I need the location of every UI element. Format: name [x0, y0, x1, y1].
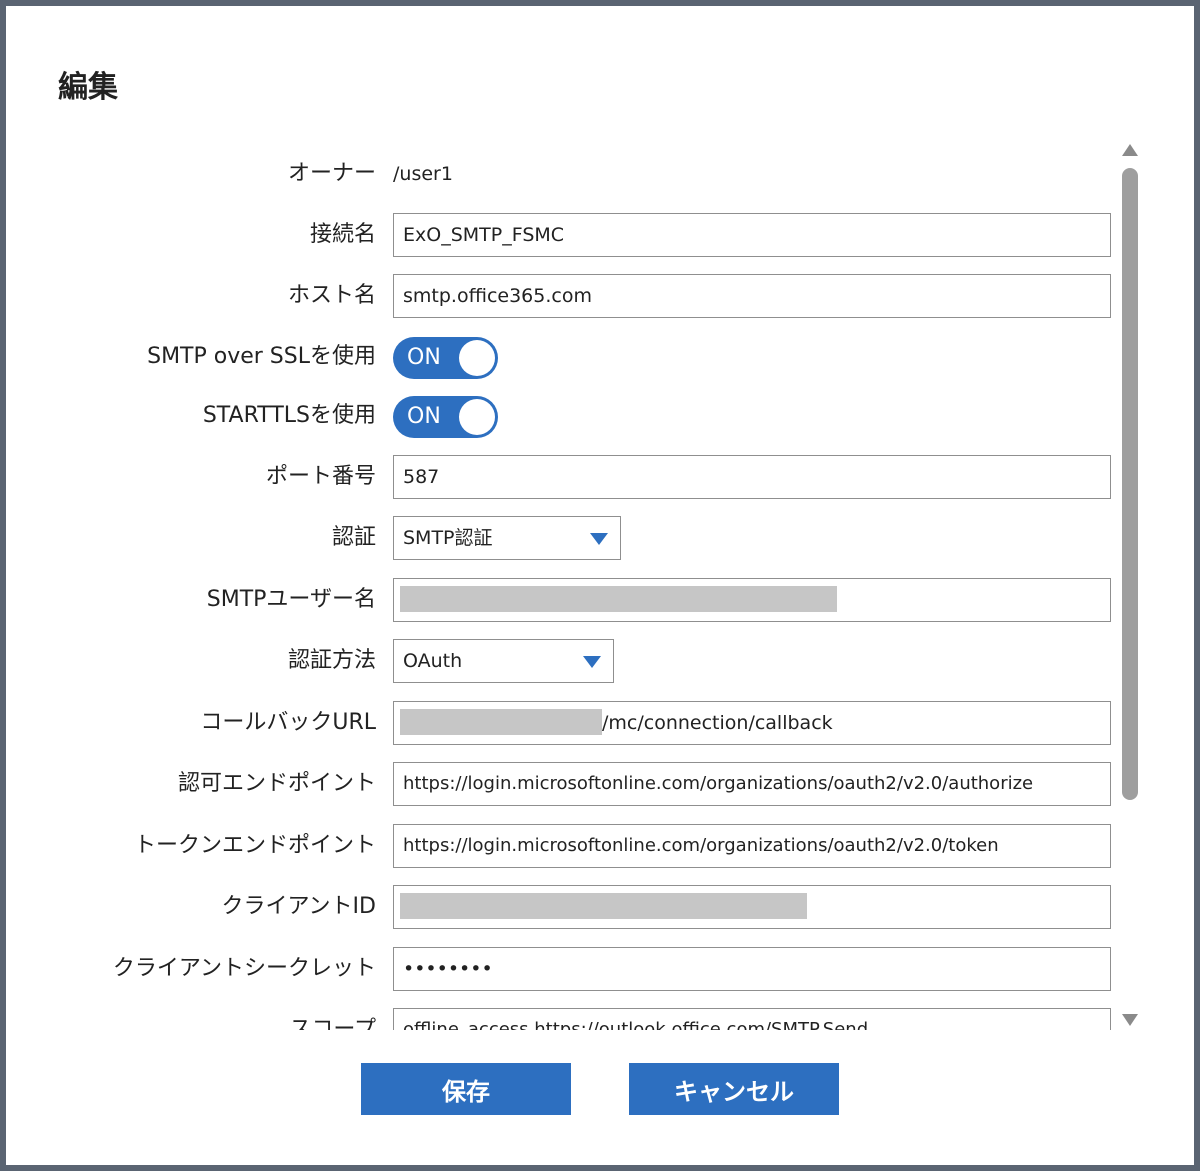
port-input[interactable]: 587	[393, 455, 1111, 499]
port-row: ポート番号 587	[6, 455, 1116, 499]
client-secret-input[interactable]: ••••••••	[393, 947, 1111, 991]
toggle-state-label: ON	[407, 404, 441, 429]
auth-endpoint-row: 認可エンドポイント https://login.microsoftonline.…	[6, 762, 1116, 806]
auth-endpoint-input[interactable]: https://login.microsoftonline.com/organi…	[393, 762, 1111, 806]
smtp-over-ssl-row: SMTP over SSLを使用 ON	[6, 335, 1116, 379]
smtp-user-row: SMTPユーザー名	[6, 578, 1116, 622]
auth-method-select-value: OAuth	[403, 650, 463, 672]
scroll-up-arrow-icon[interactable]	[1122, 144, 1138, 156]
scope-input[interactable]: offline_access https://outlook.office.co…	[393, 1008, 1111, 1030]
smtp-user-label: SMTPユーザー名	[206, 587, 376, 612]
chevron-down-icon	[590, 533, 608, 545]
starttls-row: STARTTLSを使用 ON	[6, 394, 1116, 438]
host-name-row: ホスト名 smtp.office365.com	[6, 274, 1116, 318]
toggle-knob	[459, 399, 495, 435]
save-button[interactable]: 保存	[361, 1063, 571, 1115]
auth-method-select[interactable]: OAuth	[393, 639, 614, 683]
token-endpoint-label: トークンエンドポイント	[133, 833, 376, 858]
connection-name-input[interactable]: ExO_SMTP_FSMC	[393, 213, 1111, 257]
auth-row: 認証 SMTP認証	[6, 516, 1116, 560]
auth-select[interactable]: SMTP認証	[393, 516, 621, 560]
starttls-label: STARTTLSを使用	[202, 403, 376, 428]
host-name-label: ホスト名	[287, 283, 376, 308]
client-secret-label: クライアントシークレット	[112, 956, 376, 981]
callback-url-input[interactable]: /mc/connection/callback	[393, 701, 1111, 745]
client-id-label: クライアントID	[221, 894, 376, 919]
callback-url-row: コールバックURL /mc/connection/callback	[6, 701, 1116, 745]
toggle-state-label: ON	[407, 345, 441, 370]
client-secret-row: クライアントシークレット ••••••••	[6, 947, 1116, 991]
smtp-user-input[interactable]	[393, 578, 1111, 622]
owner-label: オーナー	[287, 161, 376, 186]
scope-label: スコープ	[289, 1017, 376, 1030]
connection-name-label: 接続名	[309, 222, 376, 247]
owner-row: オーナー /user1	[6, 152, 1116, 196]
auth-select-value: SMTP認証	[403, 527, 493, 549]
smtp-over-ssl-toggle[interactable]: ON	[393, 337, 498, 379]
auth-method-row: 認証方法 OAuth	[6, 639, 1116, 683]
owner-value: /user1	[393, 163, 453, 185]
redacted-value	[400, 892, 807, 919]
starttls-toggle[interactable]: ON	[393, 396, 498, 438]
callback-url-label: コールバックURL	[200, 710, 376, 735]
callback-url-suffix: /mc/connection/callback	[602, 712, 833, 734]
scope-row: スコープ offline_access https://outlook.offi…	[6, 1008, 1116, 1030]
token-endpoint-input[interactable]: https://login.microsoftonline.com/organi…	[393, 824, 1111, 868]
client-id-row: クライアントID	[6, 885, 1116, 929]
auth-method-label: 認証方法	[287, 648, 376, 673]
toggle-knob	[459, 340, 495, 376]
client-id-input[interactable]	[393, 885, 1111, 929]
redacted-value	[400, 585, 837, 612]
auth-endpoint-label: 認可エンドポイント	[177, 771, 376, 796]
port-label: ポート番号	[265, 464, 376, 489]
auth-label: 認証	[331, 525, 376, 550]
redacted-value	[400, 708, 602, 735]
form-scrollbar[interactable]	[1120, 140, 1140, 1030]
smtp-over-ssl-label: SMTP over SSLを使用	[147, 344, 376, 369]
dialog-title: 編集	[58, 70, 118, 105]
scroll-down-arrow-icon[interactable]	[1122, 1014, 1138, 1026]
form-scroll-area[interactable]: オーナー /user1 接続名 ExO_SMTP_FSMC ホスト名 smtp.…	[6, 140, 1116, 1030]
cancel-button[interactable]: キャンセル	[629, 1063, 839, 1115]
edit-dialog: 編集 オーナー /user1 接続名 ExO_SMTP_FSMC ホスト名 sm…	[6, 6, 1194, 1165]
scrollbar-thumb[interactable]	[1122, 168, 1138, 800]
host-name-input[interactable]: smtp.office365.com	[393, 274, 1111, 318]
chevron-down-icon	[583, 656, 601, 668]
token-endpoint-row: トークンエンドポイント https://login.microsoftonlin…	[6, 824, 1116, 868]
connection-name-row: 接続名 ExO_SMTP_FSMC	[6, 213, 1116, 257]
